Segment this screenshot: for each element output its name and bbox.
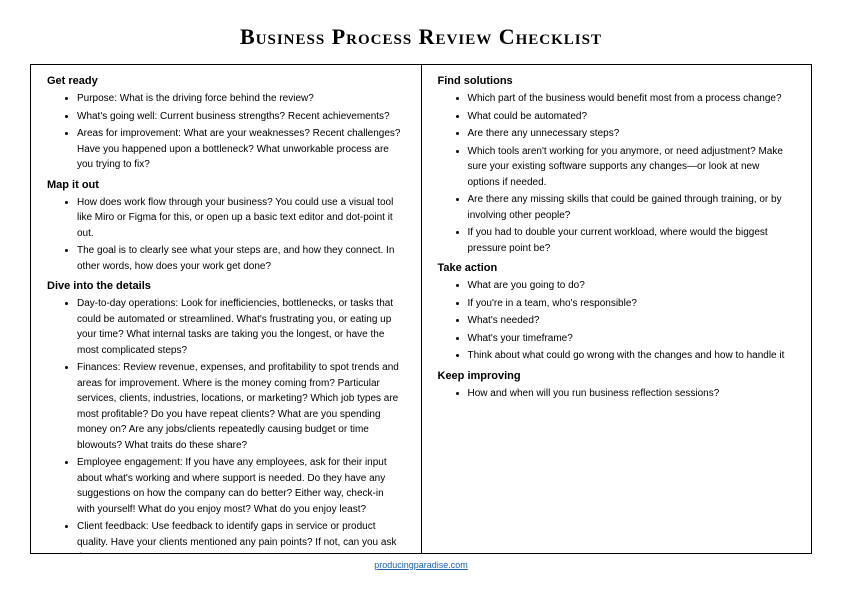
list-item: Client feedback: Use feedback to identif…: [77, 519, 405, 553]
list-item: How and when will you run business refle…: [468, 386, 796, 402]
list-item: Day-to-day operations: Look for ineffici…: [77, 296, 405, 358]
list-item: Think about what could go wrong with the…: [468, 348, 796, 364]
section-heading: Map it out: [47, 179, 405, 191]
section-list: Which part of the business would benefit…: [438, 91, 796, 256]
section-heading: Dive into the details: [47, 280, 405, 292]
list-item: If you had to double your current worklo…: [468, 225, 796, 256]
section-heading: Keep improving: [438, 370, 796, 382]
section-heading: Take action: [438, 262, 796, 274]
list-item: Finances: Review revenue, expenses, and …: [77, 360, 405, 453]
list-item: What are you going to do?: [468, 278, 796, 294]
footer-link[interactable]: producingparadise.com: [30, 560, 812, 570]
list-item: What could be automated?: [468, 109, 796, 125]
list-item: What's your timeframe?: [468, 331, 796, 347]
section-list: Day-to-day operations: Look for ineffici…: [47, 296, 405, 553]
section-heading: Get ready: [47, 75, 405, 87]
list-item: Which tools aren't working for you anymo…: [468, 144, 796, 191]
list-item: What's going well: Current business stre…: [77, 109, 405, 125]
section-list: What are you going to do? If you're in a …: [438, 278, 796, 364]
right-column: Find solutions Which part of the business…: [422, 65, 812, 553]
list-item: The goal is to clearly see what your ste…: [77, 243, 405, 274]
list-item: What's needed?: [468, 313, 796, 329]
list-item: Are there any missing skills that could …: [468, 192, 796, 223]
document-page: Business Process Review Checklist Get re…: [0, 0, 842, 580]
document-title: Business Process Review Checklist: [30, 24, 812, 50]
content-box: Get ready Purpose: What is the driving fo…: [30, 64, 812, 554]
list-item: Purpose: What is the driving force behin…: [77, 91, 405, 107]
section-list: Purpose: What is the driving force behin…: [47, 91, 405, 173]
section-heading: Find solutions: [438, 75, 796, 87]
list-item: If you're in a team, who's responsible?: [468, 296, 796, 312]
list-item: Areas for improvement: What are your wea…: [77, 126, 405, 173]
section-list: How does work flow through your business…: [47, 195, 405, 275]
left-column: Get ready Purpose: What is the driving fo…: [31, 65, 422, 553]
section-list: How and when will you run business refle…: [438, 386, 796, 402]
list-item: Are there any unnecessary steps?: [468, 126, 796, 142]
list-item: Which part of the business would benefit…: [468, 91, 796, 107]
list-item: How does work flow through your business…: [77, 195, 405, 242]
list-item: Employee engagement: If you have any emp…: [77, 455, 405, 517]
